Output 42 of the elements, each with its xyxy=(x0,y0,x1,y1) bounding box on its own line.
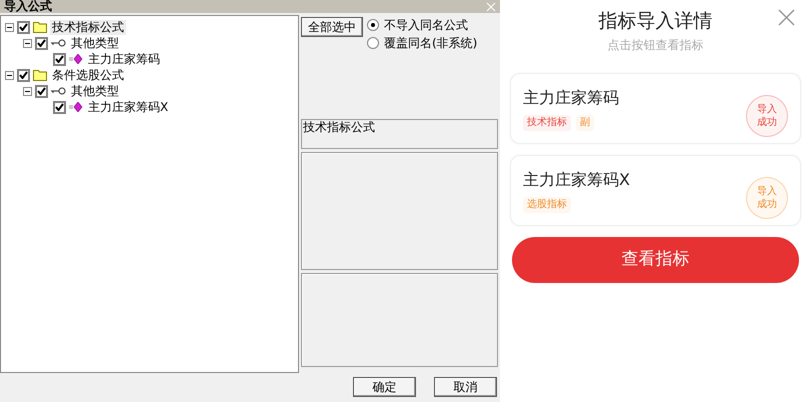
indicator-tag: 选股指标 xyxy=(523,196,571,212)
indicator-name: 主力庄家筹码 xyxy=(523,86,619,108)
option-label: 覆盖同名(非系统) xyxy=(384,36,478,50)
radio-button[interactable] xyxy=(367,37,379,49)
tree-item[interactable]: 条件选股公式 xyxy=(50,68,126,82)
collapse-toggle[interactable] xyxy=(23,86,32,96)
select-all-button[interactable]: 全部选中 xyxy=(301,17,363,37)
status-badge: 导入成功 xyxy=(746,94,788,136)
checkbox[interactable] xyxy=(35,84,48,98)
collapse-toggle[interactable] xyxy=(5,22,14,32)
indicator-name: 主力庄家筹码X xyxy=(523,168,630,190)
checkbox[interactable] xyxy=(17,20,30,34)
description-box: 技术指标公式 xyxy=(301,119,498,149)
tree-item[interactable]: 主力庄家筹码 xyxy=(86,52,162,66)
folder-icon xyxy=(33,69,47,81)
key-icon xyxy=(51,39,66,47)
panel-title: 指标导入详情 xyxy=(598,9,712,34)
checkbox[interactable] xyxy=(53,52,66,66)
dialog-button[interactable]: 取消 xyxy=(434,377,497,397)
panel-subtitle: 点击按钮查看指标 xyxy=(608,37,704,53)
tree-item[interactable]: 其他类型 xyxy=(69,36,121,50)
window-title: 导入公式 xyxy=(4,0,52,13)
diamond-icon xyxy=(69,54,83,64)
collapse-toggle[interactable] xyxy=(23,38,32,48)
collapse-toggle[interactable] xyxy=(5,70,14,80)
radio-button[interactable] xyxy=(367,19,379,31)
option-label: 不导入同名公式 xyxy=(384,18,468,32)
close-icon[interactable] xyxy=(778,9,795,26)
diamond-icon xyxy=(69,102,83,112)
indicator-tag: 副 xyxy=(576,114,594,130)
checkbox[interactable] xyxy=(17,68,30,82)
checkbox[interactable] xyxy=(53,100,66,114)
view-indicators-button[interactable]: 查看指标 xyxy=(512,237,799,283)
tree-item[interactable]: 主力庄家筹码X xyxy=(86,100,170,114)
indicator-tag: 技术指标 xyxy=(523,114,571,130)
checkbox[interactable] xyxy=(35,36,48,50)
dialog-button[interactable]: 确定 xyxy=(353,377,416,397)
status-badge: 导入成功 xyxy=(746,176,788,218)
key-icon xyxy=(51,87,66,95)
tree-item[interactable]: 其他类型 xyxy=(69,84,121,98)
folder-icon xyxy=(33,21,47,33)
tree-item[interactable]: 技术指标公式 xyxy=(50,20,126,34)
